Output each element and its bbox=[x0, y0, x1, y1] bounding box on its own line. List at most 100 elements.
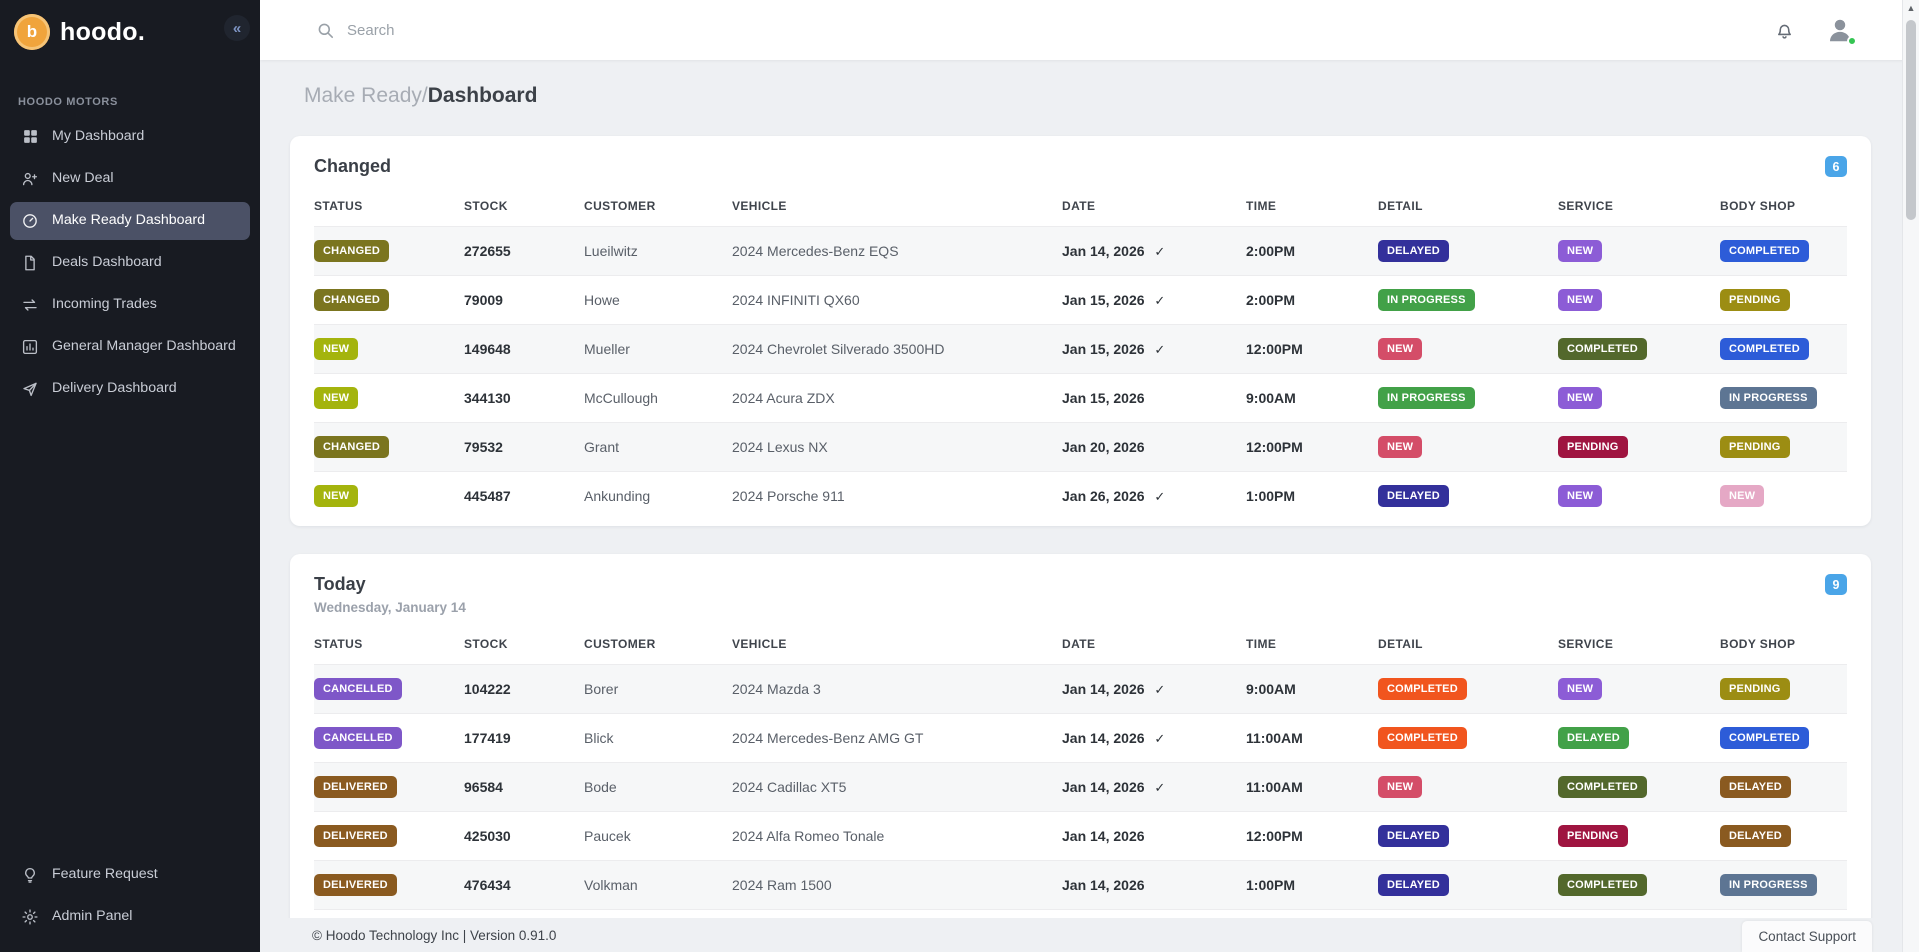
status-cell: CHANGED bbox=[314, 423, 464, 472]
table-row[interactable]: DELIVERED425030Paucek2024 Alfa Romeo Ton… bbox=[314, 812, 1847, 861]
sidebar-item-general-manager-dashboard[interactable]: General Manager Dashboard bbox=[10, 328, 250, 366]
table-row[interactable]: CANCELLED177419Blick2024 Mercedes-Benz A… bbox=[314, 714, 1847, 763]
table-row[interactable]: CHANGED79532Grant2024 Lexus NXJan 20, 20… bbox=[314, 423, 1847, 472]
detail-cell: NEW bbox=[1378, 423, 1558, 472]
service-badge: NEW bbox=[1558, 240, 1602, 262]
check-icon: ✓ bbox=[1154, 293, 1165, 308]
user-avatar[interactable] bbox=[1825, 15, 1855, 45]
column-header-customer: CUSTOMER bbox=[584, 189, 732, 227]
customer-cell: Mueller bbox=[584, 325, 732, 374]
status-cell: DELIVERED bbox=[314, 763, 464, 812]
sidebar-item-new-deal[interactable]: New Deal bbox=[10, 160, 250, 198]
stock-cell: 104222 bbox=[464, 665, 584, 714]
sidebar-item-delivery-dashboard[interactable]: Delivery Dashboard bbox=[10, 370, 250, 408]
notifications-bell-icon[interactable] bbox=[1774, 20, 1795, 41]
time-cell: 2:00PM bbox=[1246, 227, 1378, 276]
sidebar-item-label: My Dashboard bbox=[52, 128, 144, 146]
status-badge: DELIVERED bbox=[314, 874, 397, 896]
detail-cell: NEW bbox=[1378, 763, 1558, 812]
customer-cell: Lueilwitz bbox=[584, 227, 732, 276]
changed-count-badge: 6 bbox=[1825, 156, 1847, 177]
service-cell: NEW bbox=[1558, 276, 1720, 325]
status-cell: NEW bbox=[314, 325, 464, 374]
status-badge: NEW bbox=[314, 338, 358, 360]
column-header-customer: CUSTOMER bbox=[584, 627, 732, 665]
time-cell: 1:00PM bbox=[1246, 472, 1378, 521]
sidebar-item-my-dashboard[interactable]: My Dashboard bbox=[10, 118, 250, 156]
table-row[interactable]: NEW149648Mueller2024 Chevrolet Silverado… bbox=[314, 325, 1847, 374]
scroll-up-arrow-icon[interactable]: ▲ bbox=[1903, 0, 1919, 16]
customer-cell: Howe bbox=[584, 276, 732, 325]
sidebar-item-label: Incoming Trades bbox=[52, 296, 157, 314]
detail-badge: COMPLETED bbox=[1378, 727, 1467, 749]
today-card-subtitle: Wednesday, January 14 bbox=[314, 600, 466, 615]
breadcrumb-parent[interactable]: Make Ready/ bbox=[304, 84, 428, 107]
detail-badge: NEW bbox=[1378, 436, 1422, 458]
check-icon: ✓ bbox=[1154, 342, 1165, 357]
table-row[interactable]: CHANGED272655Lueilwitz2024 Mercedes-Benz… bbox=[314, 227, 1847, 276]
stock-cell: 445487 bbox=[464, 472, 584, 521]
column-header-date: DATE bbox=[1062, 627, 1246, 665]
service-cell: NEW bbox=[1558, 665, 1720, 714]
sidebar-footer-nav: Feature Request Admin Panel bbox=[0, 854, 260, 938]
chevron-left-icon: « bbox=[233, 21, 241, 36]
sidebar-section-label: HOODO MOTORS bbox=[18, 96, 242, 108]
service-cell: NEW bbox=[1558, 374, 1720, 423]
stock-cell: 344130 bbox=[464, 374, 584, 423]
detail-cell: COMPLETED bbox=[1378, 665, 1558, 714]
today-card-header: Today Wednesday, January 14 9 bbox=[314, 574, 1847, 615]
detail-cell: DELAYED bbox=[1378, 227, 1558, 276]
table-row[interactable]: NEW445487Ankunding2024 Porsche 911Jan 26… bbox=[314, 472, 1847, 521]
bulb-icon bbox=[20, 866, 40, 884]
vehicle-cell: 2024 Mercedes-Benz EQS bbox=[732, 227, 1062, 276]
sidebar-item-feature-request[interactable]: Feature Request bbox=[10, 856, 250, 894]
time-cell: 12:00PM bbox=[1246, 423, 1378, 472]
search-input[interactable] bbox=[347, 22, 767, 39]
hoodo-logo-icon: b bbox=[14, 14, 50, 50]
service-badge: NEW bbox=[1558, 485, 1602, 507]
contact-support-button[interactable]: Contact Support bbox=[1742, 921, 1872, 952]
hoodo-logo[interactable]: b hoodo. bbox=[14, 14, 145, 50]
body-shop-cell: PENDING bbox=[1720, 276, 1847, 325]
table-row[interactable]: CHANGED79009Howe2024 INFINITI QX60Jan 15… bbox=[314, 276, 1847, 325]
date-cell: Jan 26, 2026 ✓ bbox=[1062, 472, 1246, 521]
table-row[interactable]: DELIVERED476434Volkman2024 Ram 1500Jan 1… bbox=[314, 861, 1847, 910]
body-shop-cell: COMPLETED bbox=[1720, 714, 1847, 763]
body-shop-badge: DELAYED bbox=[1720, 776, 1791, 798]
date-cell: Jan 15, 2026 ✓ bbox=[1062, 276, 1246, 325]
status-cell: CANCELLED bbox=[314, 714, 464, 763]
column-header-status: STATUS bbox=[314, 189, 464, 227]
service-cell: PENDING bbox=[1558, 423, 1720, 472]
vehicle-cell: 2024 Mercedes-Benz AMG GT bbox=[732, 714, 1062, 763]
column-header-vehicle: VEHICLE bbox=[732, 189, 1062, 227]
search-icon[interactable] bbox=[316, 21, 335, 40]
service-cell: NEW bbox=[1558, 472, 1720, 521]
sidebar-item-incoming-trades[interactable]: Incoming Trades bbox=[10, 286, 250, 324]
date-cell: Jan 14, 2026 ✓ bbox=[1062, 227, 1246, 276]
body-shop-badge: PENDING bbox=[1720, 289, 1790, 311]
online-status-dot bbox=[1847, 36, 1857, 46]
table-row[interactable]: NEW344130McCullough2024 Acura ZDXJan 15,… bbox=[314, 374, 1847, 423]
table-row[interactable]: DELIVERED96584Bode2024 Cadillac XT5Jan 1… bbox=[314, 763, 1847, 812]
detail-badge: IN PROGRESS bbox=[1378, 289, 1475, 311]
time-cell: 11:00AM bbox=[1246, 714, 1378, 763]
table-row[interactable]: CANCELLED104222Borer2024 Mazda 3Jan 14, … bbox=[314, 665, 1847, 714]
customer-cell: McCullough bbox=[584, 374, 732, 423]
scrollbar[interactable]: ▲ bbox=[1902, 0, 1919, 952]
sidebar-item-make-ready-dashboard[interactable]: Make Ready Dashboard bbox=[10, 202, 250, 240]
topbar bbox=[260, 0, 1919, 60]
sidebar-item-label: Delivery Dashboard bbox=[52, 380, 177, 398]
sidebar-collapse-button[interactable]: « bbox=[224, 15, 250, 41]
sidebar-item-admin-panel[interactable]: Admin Panel bbox=[10, 898, 250, 936]
column-header-time: TIME bbox=[1246, 189, 1378, 227]
status-badge: NEW bbox=[314, 387, 358, 409]
scrollbar-thumb[interactable] bbox=[1906, 20, 1916, 220]
service-badge: COMPLETED bbox=[1558, 338, 1647, 360]
body-shop-badge: COMPLETED bbox=[1720, 727, 1809, 749]
column-header-status: STATUS bbox=[314, 627, 464, 665]
service-cell: PENDING bbox=[1558, 812, 1720, 861]
sidebar-item-deals-dashboard[interactable]: Deals Dashboard bbox=[10, 244, 250, 282]
service-cell: COMPLETED bbox=[1558, 763, 1720, 812]
check-icon: ✓ bbox=[1154, 244, 1165, 259]
detail-badge: DELAYED bbox=[1378, 240, 1449, 262]
